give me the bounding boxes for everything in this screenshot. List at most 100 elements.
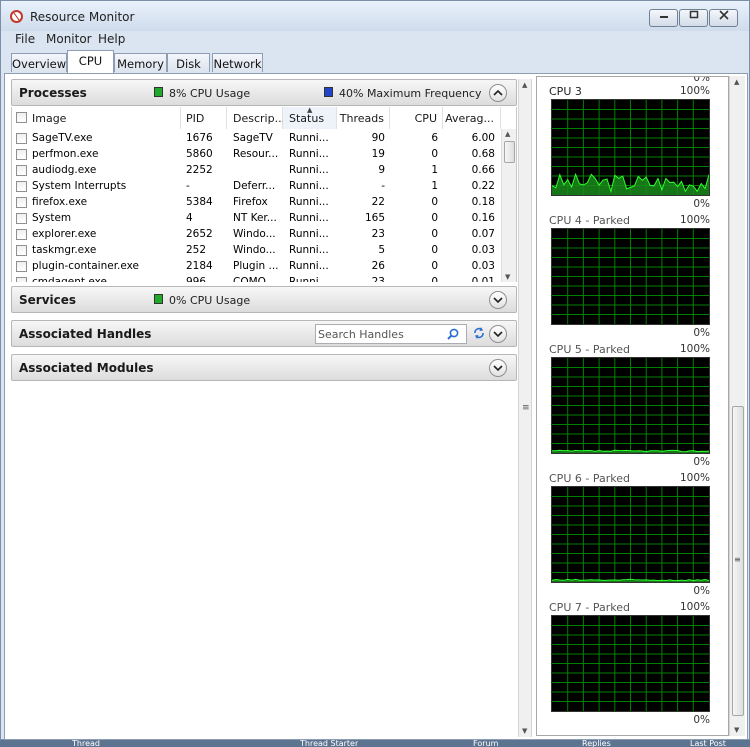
cell-cpu: 0 xyxy=(431,244,438,256)
tab-network[interactable]: Network xyxy=(212,53,263,72)
pane-splitter[interactable]: ▲ ≡ ▼ xyxy=(518,79,532,737)
tab-overview[interactable]: Overview xyxy=(11,53,67,72)
row-checkbox[interactable] xyxy=(16,149,27,160)
column-average-cpu[interactable]: Averag... xyxy=(443,107,501,129)
cell-threads: 22 xyxy=(371,196,385,208)
maximize-button[interactable] xyxy=(679,9,708,27)
splitter-grip-icon[interactable]: ≡ xyxy=(522,403,530,413)
cell-image: System xyxy=(32,212,72,224)
cell-threads: 165 xyxy=(364,212,385,224)
processes-header[interactable]: Processes 8% CPU Usage 40% Maximum Frequ… xyxy=(11,79,517,106)
cell-status: Runni... xyxy=(289,212,329,224)
cell-average-cpu: 0.07 xyxy=(471,228,495,240)
column-cpu[interactable]: CPU xyxy=(390,107,443,129)
associated-handles-header[interactable]: Associated Handles xyxy=(11,320,517,347)
forum-column-replies: Replies xyxy=(582,740,611,747)
associated-modules-title: Associated Modules xyxy=(19,361,154,375)
search-handles-input[interactable] xyxy=(318,327,443,341)
column-threads[interactable]: Threads xyxy=(337,107,390,129)
row-checkbox[interactable] xyxy=(16,277,27,282)
splitter-down-icon[interactable]: ▼ xyxy=(522,727,527,735)
minimize-button[interactable] xyxy=(649,9,678,27)
cell-image: cmdagent.exe xyxy=(32,276,107,282)
column-pid[interactable]: PID xyxy=(181,107,227,129)
table-row[interactable]: perfmon.exe 5860 Resour... Runni... 19 0 0.68 xyxy=(12,146,502,162)
cell-status: Runni... xyxy=(289,228,329,240)
row-checkbox[interactable] xyxy=(16,165,27,176)
cell-average-cpu: 0.01 xyxy=(471,276,495,282)
expand-handles-button[interactable] xyxy=(489,325,507,343)
cell-status: Runni... xyxy=(289,180,329,192)
cpu-graph-plot xyxy=(552,358,710,453)
tab-cpu[interactable]: CPU xyxy=(67,50,114,73)
cpu-usage-graph xyxy=(551,99,710,196)
table-row[interactable]: System 4 NT Ker... Runni... 165 0 0.16 xyxy=(12,210,502,226)
splitter-up-icon[interactable]: ▲ xyxy=(522,81,527,89)
tab-disk[interactable]: Disk xyxy=(167,53,210,72)
cpu-graph-max-label: 100% xyxy=(679,85,710,97)
menu-monitor[interactable]: Monitor xyxy=(46,32,92,46)
processes-scrollbar[interactable]: ▲ ▼ xyxy=(501,129,516,282)
expand-modules-button[interactable] xyxy=(489,359,507,377)
cell-pid: 2652 xyxy=(186,228,213,240)
search-icon[interactable] xyxy=(447,328,459,340)
associated-modules-header[interactable]: Associated Modules xyxy=(11,354,517,381)
cell-image: SageTV.exe xyxy=(32,132,93,144)
cell-average-cpu: 0.03 xyxy=(471,244,495,256)
title-bar[interactable]: Resource Monitor xyxy=(1,1,749,31)
cpu-graph-label: CPU 5 - Parked xyxy=(549,343,630,356)
cpu-graph-label: CPU 7 - Parked xyxy=(549,601,630,614)
table-row[interactable]: SageTV.exe 1676 SageTV Runni... 90 6 6.00 xyxy=(12,130,502,146)
expand-services-button[interactable] xyxy=(489,291,507,309)
scroll-down-icon[interactable]: ▼ xyxy=(505,273,510,281)
graphs-scroll-thumb[interactable]: ≡ xyxy=(732,406,744,716)
table-row[interactable]: explorer.exe 2652 Windo... Runni... 23 0 0.07 xyxy=(12,226,502,242)
cpu-graph-min-label: 0% xyxy=(693,714,710,726)
services-header[interactable]: Services 0% CPU Usage xyxy=(11,286,517,313)
cell-description: NT Ker... xyxy=(233,212,277,224)
forum-column-forum: Forum xyxy=(473,740,499,747)
column-status[interactable]: ▲ Status xyxy=(283,107,337,129)
cpu-tab-content: Processes 8% CPU Usage 40% Maximum Frequ… xyxy=(4,73,748,740)
column-description[interactable]: Descrip... xyxy=(227,107,285,129)
table-row[interactable]: cmdagent.exe 996 COMO... Runni... 23 0 0.01 xyxy=(12,274,502,282)
row-checkbox[interactable] xyxy=(16,229,27,240)
table-row[interactable]: System Interrupts - Deferr... Runni... - 1 0.2… xyxy=(12,178,502,194)
row-checkbox[interactable] xyxy=(16,213,27,224)
row-checkbox[interactable] xyxy=(16,181,27,192)
table-row[interactable]: audiodg.exe 2252 Runni... 9 1 0.66 xyxy=(12,162,502,178)
cpu-graph-max-label: 100% xyxy=(679,601,710,613)
window-title: Resource Monitor xyxy=(30,10,135,24)
column-pid-label: PID xyxy=(186,112,205,125)
row-checkbox[interactable] xyxy=(16,133,27,144)
refresh-search-icon[interactable] xyxy=(472,326,486,340)
menu-help[interactable]: Help xyxy=(98,32,125,46)
forum-column-last-post: Last Post xyxy=(690,740,726,747)
close-button[interactable] xyxy=(709,9,738,27)
background-forum-strip: Thread Thread Starter Forum Replies Last… xyxy=(0,740,750,747)
scroll-up-icon[interactable]: ▲ xyxy=(505,130,510,138)
processes-scroll-thumb[interactable] xyxy=(504,141,515,163)
graphs-scrollbar[interactable]: ▲ ≡ ▼ xyxy=(729,76,745,736)
column-image[interactable]: Image xyxy=(12,107,181,129)
table-row[interactable]: taskmgr.exe 252 Windo... Runni... 5 0 0.03 xyxy=(12,242,502,258)
close-icon xyxy=(718,10,729,20)
row-checkbox[interactable] xyxy=(16,245,27,256)
table-row[interactable]: plugin-container.exe 2184 Plugin ... Runni.… xyxy=(12,258,502,274)
cpu-graph-max-label: 100% xyxy=(679,472,710,484)
cell-image: explorer.exe xyxy=(32,228,97,240)
select-all-checkbox[interactable] xyxy=(16,112,27,123)
tab-memory[interactable]: Memory xyxy=(114,53,167,72)
cell-description: Plugin ... xyxy=(233,260,279,272)
cell-pid: 5384 xyxy=(186,196,213,208)
cell-status: Runni... xyxy=(289,132,329,144)
collapse-processes-button[interactable] xyxy=(489,84,507,102)
graphs-scroll-down-icon[interactable]: ▼ xyxy=(734,726,739,734)
cpu-graph-min-label: 0% xyxy=(693,456,710,468)
table-row[interactable]: firefox.exe 5384 Firefox Runni... 22 0 0.18 xyxy=(12,194,502,210)
menu-file[interactable]: File xyxy=(15,32,35,46)
row-checkbox[interactable] xyxy=(16,197,27,208)
cpu-graph-min-label: 0% xyxy=(693,198,710,210)
graphs-scroll-up-icon[interactable]: ▲ xyxy=(734,78,739,86)
row-checkbox[interactable] xyxy=(16,261,27,272)
